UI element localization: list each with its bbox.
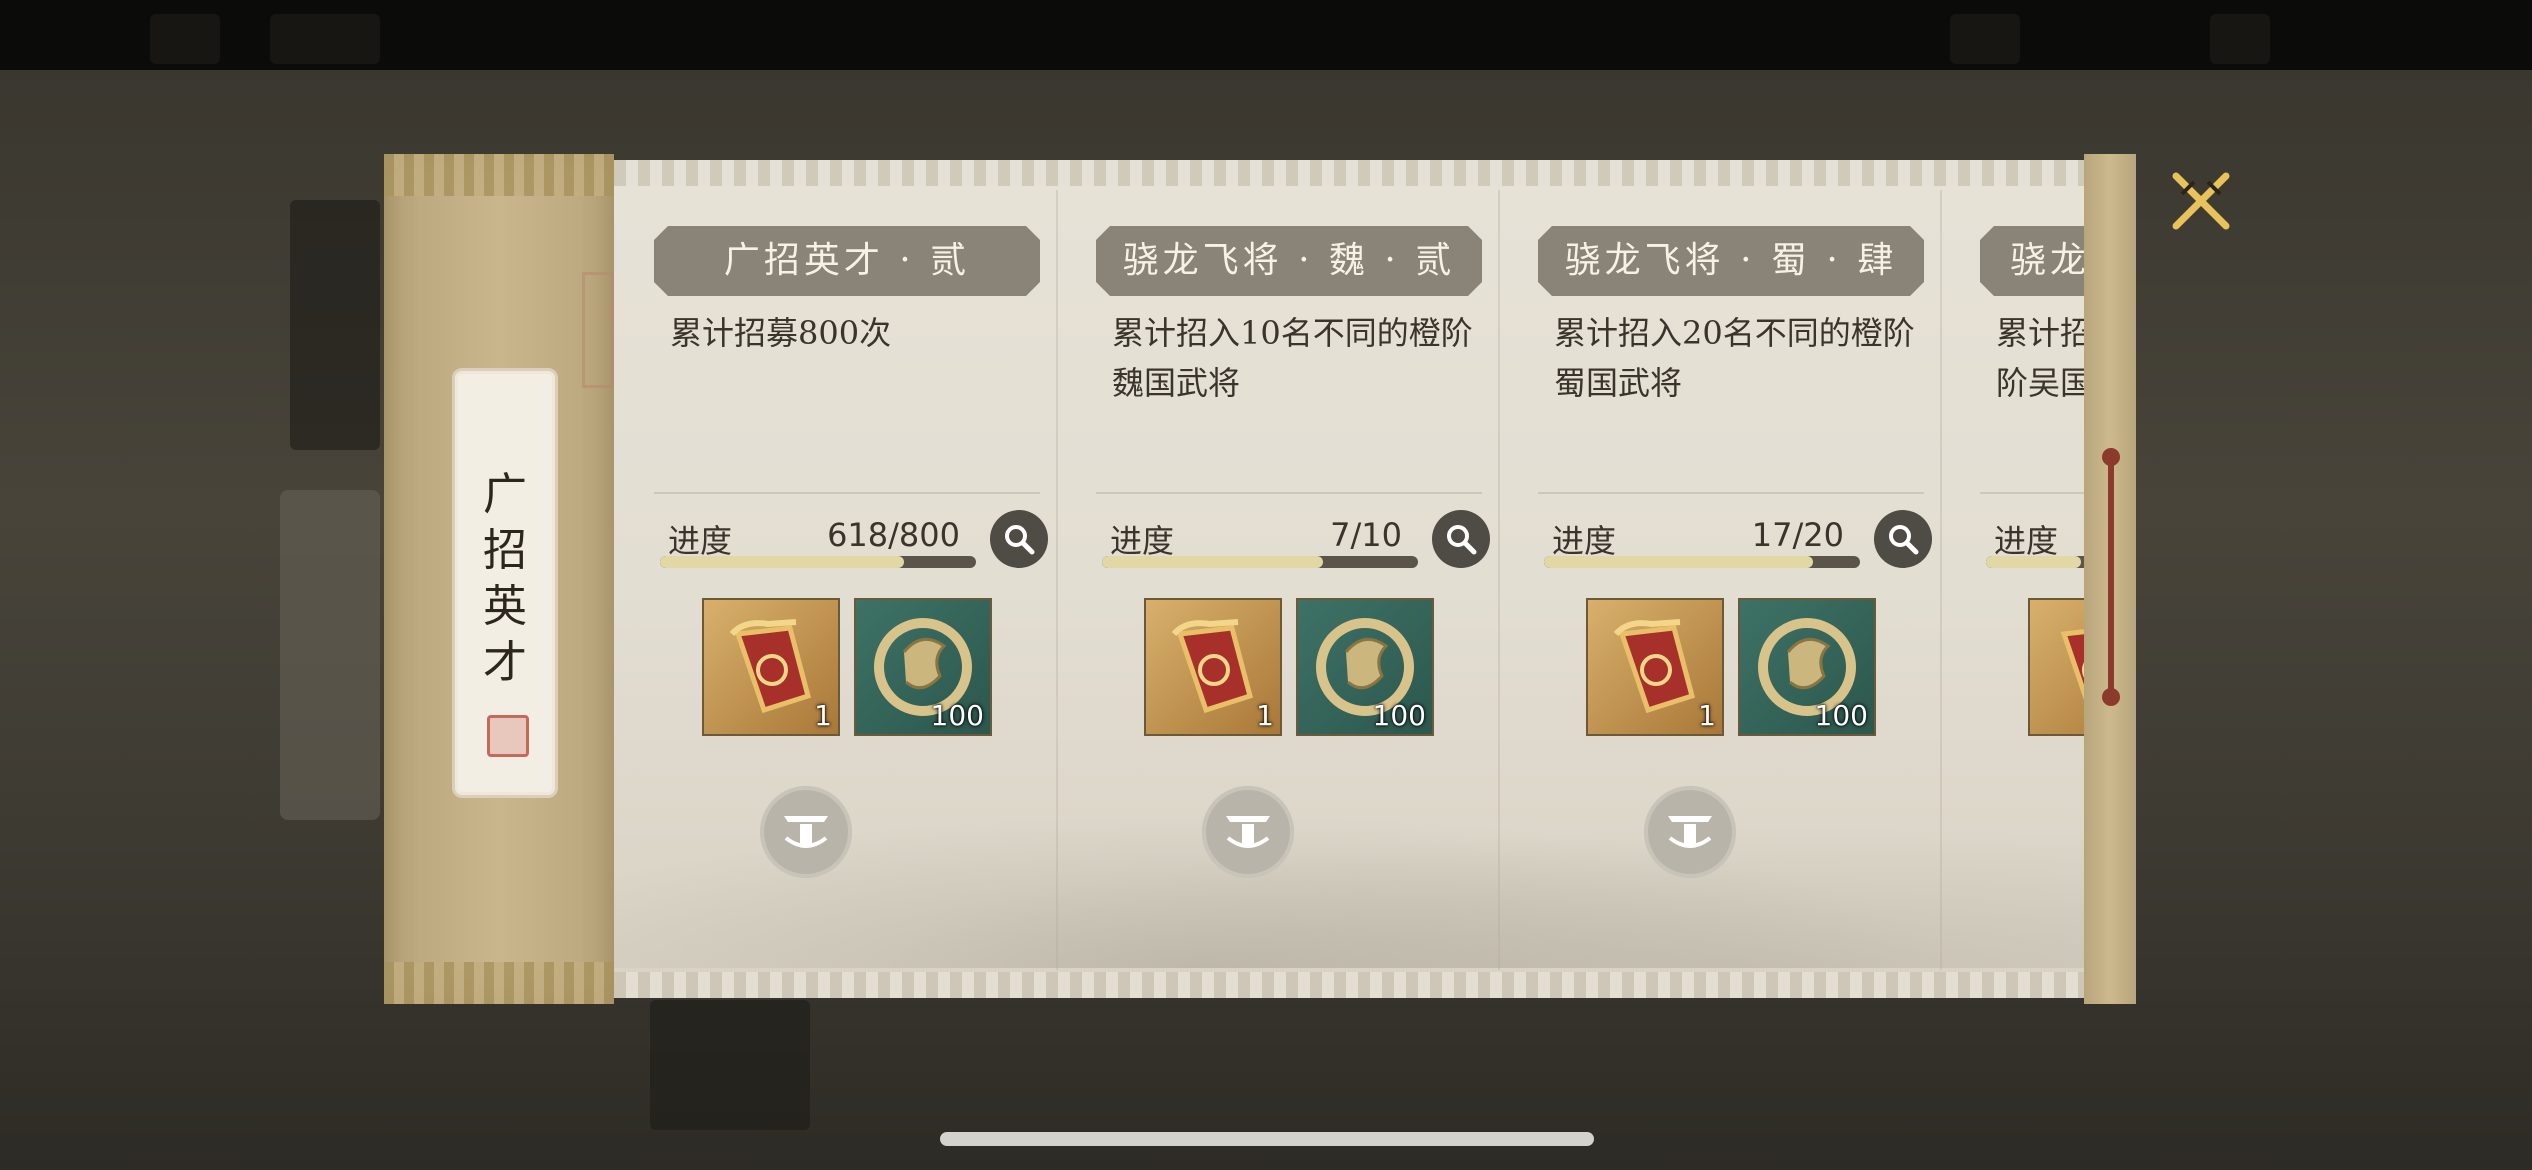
card-divider bbox=[1980, 492, 2084, 494]
reward-count: 1 bbox=[814, 699, 832, 732]
achievement-card: 骁龙飞将 · 魏 · 贰 累计招入10名不同的橙阶魏国武将 进度 7/10 1 … bbox=[1056, 160, 1498, 998]
card-description: 累计招入20名不同的橙阶蜀国武将 bbox=[1554, 314, 1915, 402]
reward-item[interactable]: 1 bbox=[1144, 598, 1282, 736]
seal-icon bbox=[487, 715, 529, 757]
reward-item[interactable]: 100 bbox=[1738, 598, 1876, 736]
scrollbar[interactable] bbox=[2108, 456, 2114, 702]
achievement-card: 骁龙飞将 · 蜀 · 肆 累计招入20名不同的橙阶蜀国武将 进度 17/20 1… bbox=[1498, 160, 1940, 998]
side-seal-decoration bbox=[582, 272, 614, 388]
reward-count: 100 bbox=[930, 699, 984, 732]
card-title: 骁龙飞将 · 蜀 · 肆 bbox=[1538, 226, 1924, 296]
top-bar-label bbox=[270, 14, 380, 64]
reward-item[interactable]: 1 bbox=[1586, 598, 1724, 736]
scrollbar-knob-bottom[interactable] bbox=[2102, 688, 2120, 706]
search-icon bbox=[1889, 525, 1919, 555]
card-description: 累计招募800次 bbox=[670, 314, 892, 352]
reward-count: 100 bbox=[1372, 699, 1426, 732]
claim-button[interactable] bbox=[760, 786, 852, 878]
card-divider bbox=[1538, 492, 1924, 494]
crossed-swords-close-icon bbox=[2172, 172, 2230, 230]
progress-fill bbox=[1544, 556, 1813, 568]
progress-bar bbox=[1986, 556, 2084, 568]
progress-fill bbox=[1102, 556, 1324, 568]
view-details-button[interactable] bbox=[990, 510, 1048, 568]
view-details-button[interactable] bbox=[1874, 510, 1932, 568]
progress-bar bbox=[660, 556, 976, 568]
home-indicator[interactable] bbox=[940, 1132, 1594, 1146]
card-description: 累计招 阶吴国 bbox=[1996, 314, 2084, 402]
reward-count: 100 bbox=[1814, 699, 1868, 732]
card-title: 骁龙 bbox=[1980, 226, 2084, 296]
bowl-icon bbox=[784, 816, 828, 848]
background-object bbox=[650, 1000, 810, 1130]
search-icon bbox=[1447, 525, 1477, 555]
card-title: 骁龙飞将 · 魏 · 贰 bbox=[1096, 226, 1482, 296]
scrollbar-knob-top[interactable] bbox=[2102, 448, 2120, 466]
achievement-card: 骁龙 累计招 阶吴国 进度 bbox=[1940, 160, 2084, 998]
progress-bar bbox=[1102, 556, 1418, 568]
claim-button[interactable] bbox=[1644, 786, 1736, 878]
reward-item[interactable] bbox=[2028, 598, 2084, 736]
bowl-icon bbox=[1668, 816, 1712, 848]
background-panel bbox=[290, 200, 380, 450]
view-details-button[interactable] bbox=[1432, 510, 1490, 568]
tab-label: 广 招 英 才 bbox=[483, 469, 527, 688]
claim-button[interactable] bbox=[1202, 786, 1294, 878]
card-divider bbox=[654, 492, 1040, 494]
progress-value: 7/10 bbox=[1330, 516, 1402, 554]
reward-item[interactable]: 100 bbox=[854, 598, 992, 736]
card-title: 广招英才 · 贰 bbox=[654, 226, 1040, 296]
search-icon bbox=[1005, 525, 1035, 555]
recruit-token-icon bbox=[2060, 629, 2084, 701]
left-panel-border-top bbox=[384, 154, 614, 196]
bowl-icon bbox=[1226, 816, 1270, 848]
reward-item[interactable]: 1 bbox=[702, 598, 840, 736]
close-button[interactable] bbox=[2166, 166, 2236, 236]
progress-bar bbox=[1544, 556, 1860, 568]
reward-count: 1 bbox=[1256, 699, 1274, 732]
tab-recruit-talent[interactable]: 广 招 英 才 bbox=[452, 368, 558, 798]
reward-item[interactable]: 100 bbox=[1296, 598, 1434, 736]
progress-value: 17/20 bbox=[1751, 516, 1844, 554]
background-card bbox=[280, 490, 380, 820]
progress-fill bbox=[660, 556, 905, 568]
reward-count: 1 bbox=[1698, 699, 1716, 732]
currency-icon-2 bbox=[2210, 14, 2270, 64]
card-description: 累计招入10名不同的橙阶魏国武将 bbox=[1112, 314, 1473, 402]
left-panel-border-bottom bbox=[384, 962, 614, 1004]
top-bar-icon bbox=[150, 14, 220, 64]
achievement-panel: 广招英才 · 贰 累计招募800次 进度 618/800 1 100 骁龙飞将 … bbox=[614, 160, 2084, 998]
card-divider bbox=[1096, 492, 1482, 494]
progress-value: 618/800 bbox=[827, 516, 960, 554]
progress-fill bbox=[1986, 556, 2081, 568]
achievement-card: 广招英才 · 贰 累计招募800次 进度 618/800 1 100 bbox=[614, 160, 1056, 998]
currency-icon bbox=[1950, 14, 2020, 64]
